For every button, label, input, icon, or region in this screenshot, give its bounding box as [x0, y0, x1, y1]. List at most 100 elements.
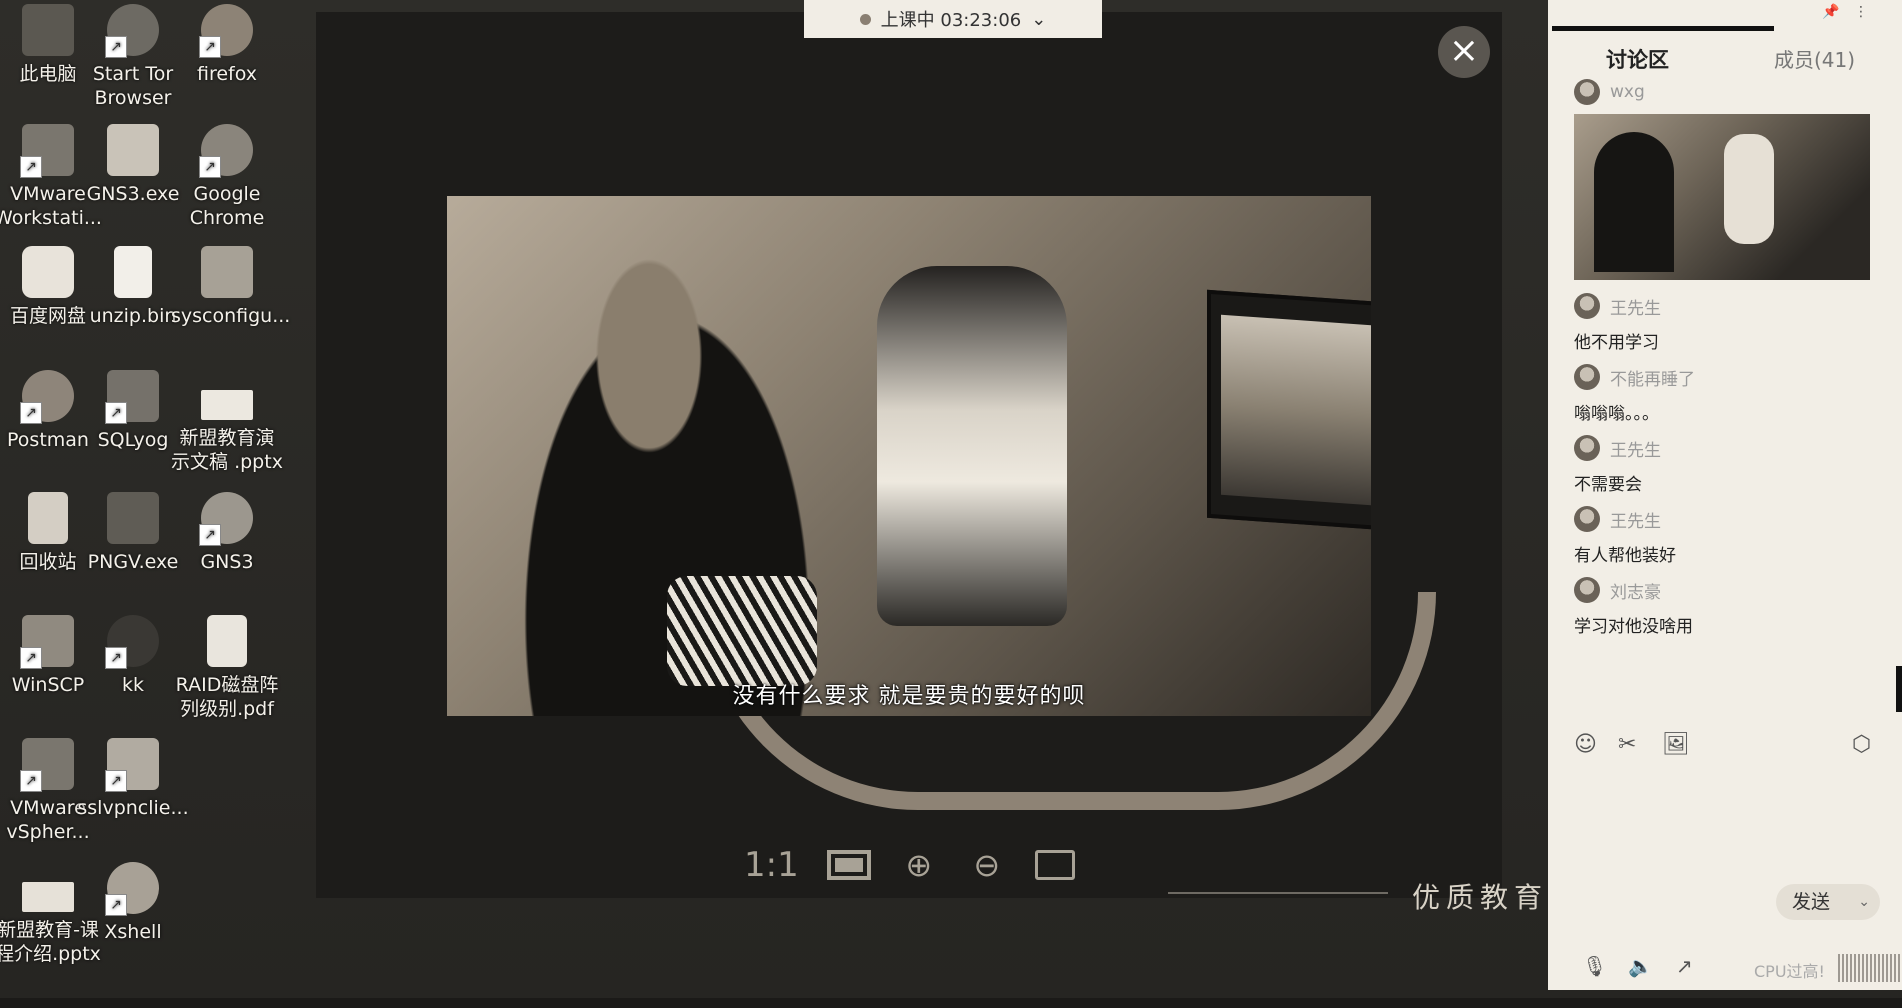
more-icon[interactable]: ⋮	[1854, 4, 1868, 20]
desktop-icon-label: Xshell	[104, 921, 162, 943]
chrome-icon: ↗	[199, 124, 253, 178]
desktop-icon-raid-pdf[interactable]: RAID磁盘阵列级别.pdf	[171, 615, 283, 721]
avatar[interactable]	[1574, 79, 1600, 105]
list-item: 刘志豪 学习对他没啥用	[1574, 576, 1884, 637]
pptx-icon	[201, 390, 253, 420]
chevron-down-icon[interactable]: ⌄	[1858, 884, 1870, 920]
video-subtitle: 没有什么要求 就是要贵的要好的呗	[732, 684, 1086, 709]
tab-members[interactable]: 成员(41)	[1774, 44, 1855, 73]
emoji-icon[interactable]: ☺	[1574, 732, 1597, 757]
gns3-icon: ↗	[199, 492, 253, 546]
actual-size-button[interactable]: 1:1	[744, 845, 799, 885]
message-username: wxg	[1610, 82, 1645, 102]
viewer-photo[interactable]: 没有什么要求 就是要贵的要好的呗	[447, 196, 1371, 716]
sysconfig-icon	[201, 246, 253, 298]
avatar[interactable]	[1574, 293, 1600, 319]
chat-progress-bar	[1552, 26, 1774, 31]
speaker-icon[interactable]: 🔈	[1628, 954, 1653, 978]
lock-icon: ↗	[20, 615, 74, 669]
message-username: 王先生	[1610, 440, 1661, 461]
cloud-icon	[22, 246, 74, 298]
message-username: 刘志豪	[1610, 582, 1661, 603]
message-text: 不需要会	[1574, 475, 1642, 495]
share-icon[interactable]: ↗	[1676, 954, 1693, 978]
cpu-graph	[1838, 954, 1902, 982]
desktop-icon-pptx-demo[interactable]: 新盟教育演示文稿 .pptx	[171, 370, 283, 474]
photo-chair	[877, 266, 1067, 626]
desktop-icon-sslvpnclient[interactable]: ↗ sslvpnclie...	[77, 738, 189, 820]
settings-icon[interactable]: ⬡	[1852, 732, 1871, 757]
send-button[interactable]: 发送 ⌄	[1776, 884, 1880, 920]
avatar[interactable]	[1574, 506, 1600, 532]
close-button[interactable]: ×	[1438, 26, 1490, 78]
network-icon: ↗	[105, 738, 159, 792]
desktop-icon-label: 此电脑	[19, 63, 77, 85]
desktop-icon-sysconfig[interactable]: sysconfigu...	[171, 246, 290, 328]
class-status-label: 上课中 03:23:06	[880, 10, 1022, 31]
message-text: 有人帮他装好	[1574, 546, 1676, 566]
watermark-text: 优质教育	[1412, 881, 1549, 914]
image-icon[interactable]: 🖼	[1662, 732, 1690, 757]
list-item: 王先生 他不用学习	[1574, 292, 1884, 353]
chat-topbar: 📌 ⋮	[1548, 0, 1902, 31]
desktop-icon-gns3[interactable]: ↗ GNS3	[171, 492, 283, 574]
message-username: 王先生	[1610, 298, 1661, 319]
microphone-icon[interactable]: 🎙	[1582, 954, 1607, 978]
desktop-icon-label: 新盟教育演示文稿 .pptx	[171, 427, 283, 473]
message-text: 学习对他没啥用	[1574, 617, 1693, 637]
postman-icon: ↗	[20, 370, 74, 424]
close-icon: ×	[1448, 30, 1480, 71]
zoom-out-icon[interactable]: ⊖	[967, 845, 1007, 885]
desktop-icon-chrome[interactable]: ↗ Google Chrome	[171, 124, 283, 230]
desktop-icon-label: kk	[121, 674, 144, 696]
desktop-icon-label: GNS3	[200, 551, 254, 573]
tab-discussion[interactable]: 讨论区	[1606, 44, 1669, 74]
list-item: wxg	[1574, 78, 1884, 280]
desktop-icon-label: 回收站	[19, 551, 77, 573]
avatar[interactable]	[1574, 364, 1600, 390]
kk-icon: ↗	[105, 615, 159, 669]
photo-shirt-print	[667, 576, 817, 686]
photo-monitor	[1207, 289, 1371, 531]
desktop-icon-label: GNS3.exe	[86, 183, 180, 205]
chat-input-tools: ☺ ✂ 🖼 ⬡	[1574, 732, 1874, 762]
save-icon[interactable]	[1034, 850, 1075, 880]
viewer-toolbar: 1:1 ⊕ ⊖	[744, 840, 1075, 890]
list-item: 不能再睡了 嗡嗡嗡。。。	[1574, 363, 1884, 424]
pptx-icon	[22, 882, 74, 912]
firefox-icon: ↗	[199, 4, 253, 58]
zoom-in-icon[interactable]: ⊕	[899, 845, 939, 885]
list-item: 王先生 有人帮他装好	[1574, 505, 1884, 566]
fit-screen-icon[interactable]	[826, 850, 871, 880]
avatar[interactable]	[1574, 577, 1600, 603]
desktop-icon-label: RAID磁盘阵列级别.pdf	[175, 674, 279, 720]
chevron-down-icon[interactable]: ⌄	[1031, 9, 1046, 30]
message-username: 不能再睡了	[1610, 369, 1695, 390]
message-username: 王先生	[1610, 511, 1661, 532]
scissors-icon[interactable]: ✂	[1618, 732, 1636, 757]
desktop-icon-label: WinSCP	[11, 674, 85, 696]
desktop-icon-label: PNGV.exe	[87, 551, 179, 573]
message-image[interactable]	[1574, 114, 1870, 280]
desktop-icon-label: Google Chrome	[189, 183, 265, 229]
desktop-icon-label: sslvpnclie...	[77, 797, 189, 819]
message-text: 嗡嗡嗡。。。	[1574, 404, 1659, 424]
desktop-icon-xshell[interactable]: ↗ Xshell	[77, 862, 189, 944]
watermark-line	[1168, 892, 1388, 894]
pdf-icon	[207, 615, 247, 667]
vmware-icon: ↗	[20, 124, 74, 178]
desktop-icon-label: firefox	[196, 63, 258, 85]
desktop-icon-label: 百度网盘	[9, 305, 86, 327]
image-viewer: 没有什么要求 就是要贵的要好的呗 × 1:1 ⊕ ⊖	[316, 12, 1502, 898]
pin-icon[interactable]: 📌	[1822, 4, 1839, 20]
gns3-exe-icon	[107, 124, 159, 176]
desktop-icon-label: Start Tor Browser	[92, 63, 174, 109]
desktop-icon-label: SQLyog	[97, 429, 169, 451]
desktop-icon-label: sysconfigu...	[171, 305, 291, 327]
desktop-icon-firefox[interactable]: ↗ firefox	[171, 4, 283, 86]
chat-panel: 📌 ⋮ 讨论区 成员(41) wxg 王先生 他不用学习 不能再睡了 嗡嗡嗡。。…	[1548, 0, 1902, 990]
avatar[interactable]	[1574, 435, 1600, 461]
class-status-bar[interactable]: 上课中 03:23:06 ⌄	[804, 0, 1102, 38]
message-list: wxg 王先生 他不用学习 不能再睡了 嗡嗡嗡。。。 王先生 不需要会 王先生 …	[1574, 78, 1884, 647]
scrollbar[interactable]	[1896, 666, 1902, 712]
